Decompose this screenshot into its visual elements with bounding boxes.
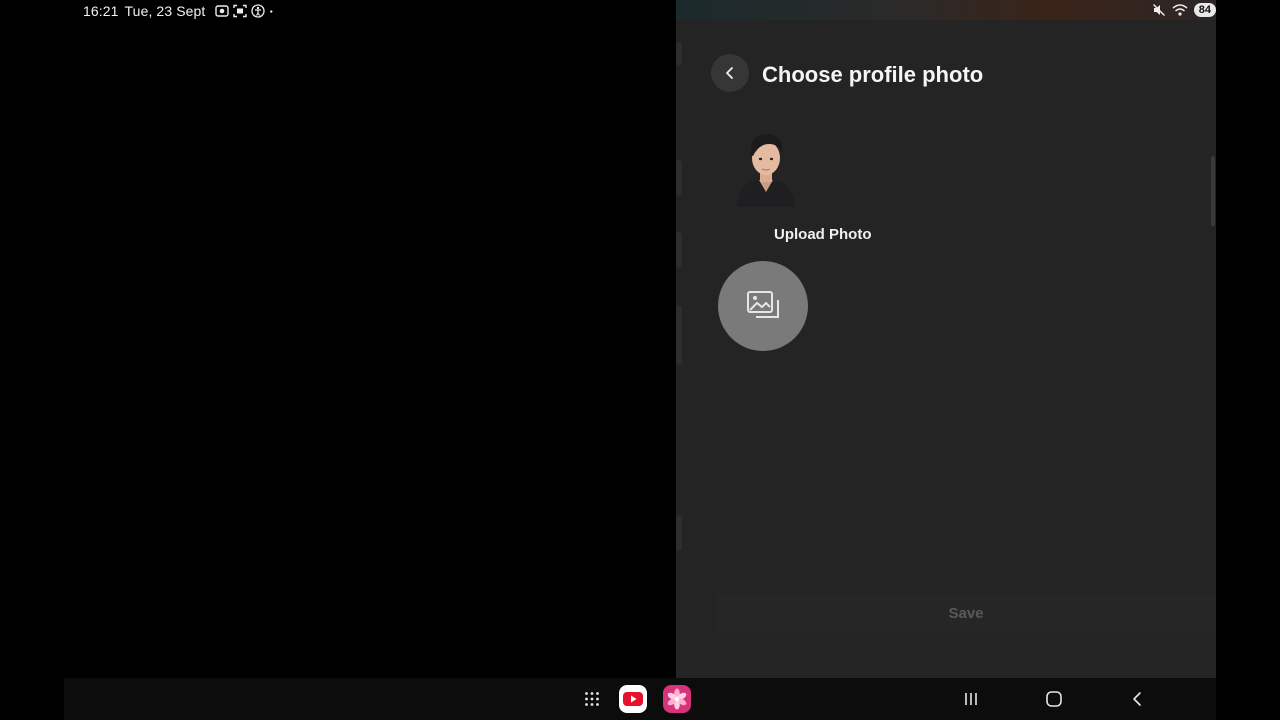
recents-button[interactable] xyxy=(958,678,984,720)
avatar-option[interactable] xyxy=(731,122,801,207)
ghost-edge xyxy=(676,42,682,66)
status-date: Tue, 23 Sept xyxy=(124,3,206,19)
screenshot-icon xyxy=(233,4,248,18)
gallery-app-icon xyxy=(663,685,691,713)
back-nav-button[interactable] xyxy=(1124,678,1150,720)
status-icons-left xyxy=(215,4,277,18)
home-button[interactable] xyxy=(1041,678,1067,720)
chevron-left-icon xyxy=(726,67,733,79)
screen-record-icon xyxy=(215,5,230,17)
gallery-icon xyxy=(747,291,779,318)
ghost-edge xyxy=(676,305,682,365)
status-bar-left: 16:21 Tue, 23 Sept xyxy=(83,2,277,20)
app-panel: Choose profile photo Upload Photo Save xyxy=(676,0,1216,678)
home-icon xyxy=(1046,691,1062,707)
apps-grid-icon xyxy=(585,692,599,706)
upload-photo-label: Upload Photo xyxy=(774,226,872,243)
page-title: Choose profile photo xyxy=(762,62,984,87)
save-button-label: Save xyxy=(948,604,984,622)
back-button[interactable] xyxy=(711,54,749,92)
profile-photo-sheet: Choose profile photo Upload Photo Save xyxy=(676,20,1216,678)
background-strip xyxy=(676,0,1216,20)
recents-icon xyxy=(965,693,977,705)
youtube-app-button[interactable] xyxy=(618,678,648,720)
battery-indicator: 84 xyxy=(1193,3,1216,17)
dot-icon xyxy=(270,10,273,13)
youtube-icon xyxy=(619,685,647,713)
mute-icon xyxy=(1152,4,1165,16)
screen: 16:21 Tue, 23 Sept Choose profile photo … xyxy=(0,0,1280,720)
navigation-bar xyxy=(64,678,1216,720)
ghost-edge xyxy=(676,515,682,551)
ghost-edge xyxy=(676,160,682,196)
status-bar-right: 84 xyxy=(1152,1,1216,19)
accessibility-icon xyxy=(251,4,266,18)
apps-grid-button[interactable] xyxy=(580,678,604,720)
back-icon xyxy=(1133,692,1141,706)
ghost-edge xyxy=(676,232,682,268)
gallery-app-button[interactable] xyxy=(662,678,692,720)
save-button[interactable]: Save xyxy=(716,594,1216,632)
wifi-icon xyxy=(1172,4,1188,16)
status-time: 16:21 xyxy=(83,3,119,19)
upload-photo-button[interactable] xyxy=(718,261,808,351)
scrollbar[interactable] xyxy=(1211,156,1215,226)
